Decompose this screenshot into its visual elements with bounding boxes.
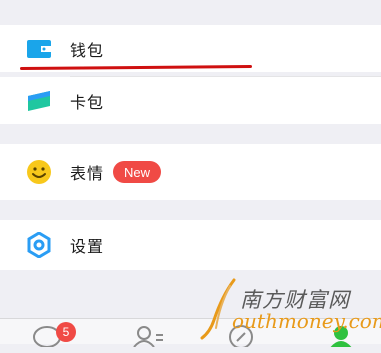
menu-item-cards[interactable]: 卡包	[0, 77, 381, 124]
section-gap	[0, 200, 381, 220]
top-gap	[0, 0, 381, 25]
card-pack-icon	[26, 88, 52, 114]
settings-label: 设置	[70, 237, 105, 256]
wallet-label: 钱包	[70, 40, 105, 60]
section-gap	[0, 124, 381, 144]
bottom-gap	[0, 270, 381, 318]
discover-tab[interactable]	[226, 323, 266, 353]
chats-unread-badge: 5	[56, 322, 76, 342]
smiley-icon	[26, 159, 52, 185]
stickers-label: 表情	[70, 164, 105, 183]
new-badge: New	[113, 161, 161, 183]
contacts-tab[interactable]	[132, 323, 172, 353]
gear-icon	[26, 232, 52, 258]
wallet-icon	[26, 36, 52, 62]
menu-item-stickers[interactable]: 表情	[0, 144, 381, 200]
me-tab[interactable]	[326, 323, 366, 353]
cards-label: 卡包	[70, 92, 105, 112]
menu-item-settings[interactable]: 设置	[0, 220, 381, 270]
